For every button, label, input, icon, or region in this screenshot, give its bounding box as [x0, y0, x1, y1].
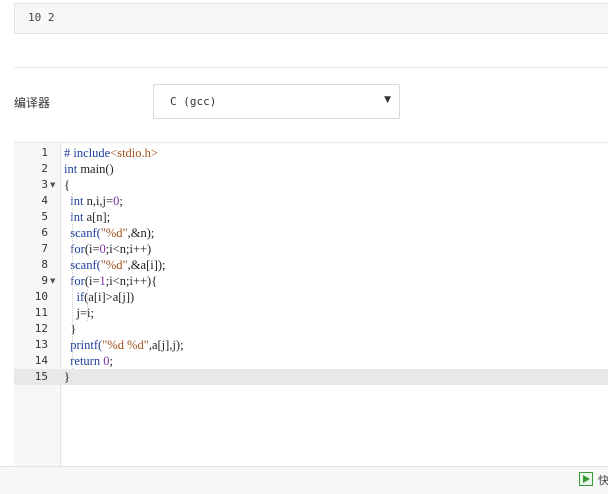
fold-toggle-icon[interactable]: ▼	[50, 273, 55, 289]
code-token: if	[76, 290, 85, 304]
code-token: return	[70, 354, 101, 368]
stdin-input[interactable]: 10 2	[14, 3, 608, 34]
code-line-text: # include<stdio.h>	[64, 145, 158, 161]
line-number: 14	[34, 354, 48, 367]
code-token: ,a[j],j);	[148, 338, 184, 352]
line-number: 1	[41, 146, 48, 159]
code-line[interactable]: scanf("%d",&a[i]);	[61, 257, 608, 273]
code-token: # include	[64, 146, 111, 160]
code-token: int	[64, 162, 78, 176]
code-line-text: if(a[i]>a[j])	[64, 289, 135, 305]
play-icon	[583, 475, 590, 483]
code-line-text: }	[64, 321, 76, 337]
code-token: "%d"	[100, 258, 128, 272]
code-area[interactable]: # include<stdio.h> int main(){ int n,i,j=…	[14, 143, 608, 467]
code-line[interactable]: int a[n];	[61, 209, 608, 225]
code-token: n,i,j=	[83, 194, 114, 208]
code-token: ,&a[i]);	[127, 258, 166, 272]
line-number: 10	[34, 290, 48, 303]
code-token: <stdio.h>	[110, 146, 158, 160]
code-line-text: int a[n];	[64, 209, 110, 225]
code-token: }	[64, 370, 70, 384]
code-token: "%d"	[100, 226, 128, 240]
code-token: "%d %d"	[102, 338, 149, 352]
code-token: j=i;	[64, 306, 94, 320]
code-token: ,&n);	[127, 226, 155, 240]
line-number: 13	[34, 338, 48, 351]
line-number: 11	[34, 306, 48, 319]
code-line[interactable]: printf("%d %d",a[j],j);	[61, 337, 608, 353]
compiler-label: 编译器	[14, 96, 51, 110]
line-number: 15	[34, 370, 48, 383]
fold-toggle-icon[interactable]: ▼	[50, 177, 55, 193]
run-button[interactable]	[579, 472, 593, 486]
section-divider	[14, 67, 608, 68]
code-token: main()	[77, 162, 114, 176]
code-token: ;	[119, 194, 123, 208]
code-line-text: scanf("%d",&a[i]);	[64, 257, 166, 273]
code-line[interactable]: {	[61, 177, 608, 193]
line-number: 2	[41, 162, 48, 175]
chevron-down-icon: ▼	[384, 95, 391, 105]
code-token: {	[64, 178, 70, 192]
code-token: (i=	[84, 242, 100, 256]
code-token: }	[64, 322, 77, 336]
indent-guide	[87, 289, 88, 321]
code-token: ;	[109, 354, 113, 368]
code-line[interactable]: scanf("%d",&n);	[61, 225, 608, 241]
line-number: 3	[41, 178, 48, 191]
code-token: (i=	[84, 274, 100, 288]
line-number: 4	[41, 194, 48, 207]
stdin-input-value: 10 2	[28, 11, 55, 24]
code-line[interactable]: }	[14, 369, 608, 385]
code-token: scanf(	[70, 226, 101, 240]
compiler-select[interactable]: C (gcc) ▼	[153, 84, 400, 119]
code-line-text: }	[64, 369, 70, 385]
line-number: 6	[41, 226, 48, 239]
code-token: (a[i]>a[j])	[84, 290, 135, 304]
line-number: 7	[41, 242, 48, 255]
code-token: ;i<n;i++)	[105, 242, 152, 256]
code-editor[interactable]: # include<stdio.h> int main(){ int n,i,j=…	[14, 142, 608, 467]
line-number: 5	[41, 210, 48, 223]
code-line[interactable]: if(a[i]>a[j])	[61, 289, 608, 305]
compiler-select-value: C (gcc)	[170, 95, 217, 108]
code-line-text: int main()	[64, 161, 114, 177]
code-line[interactable]: for(i=1;i<n;i++){	[61, 273, 608, 289]
code-token: ;i<n;i++){	[105, 274, 158, 288]
indent-guide	[72, 193, 73, 369]
code-line-text: {	[64, 177, 70, 193]
line-number: 12	[34, 322, 48, 335]
code-line[interactable]: return 0;	[61, 353, 608, 369]
line-number: 8	[41, 258, 48, 271]
code-line[interactable]: int n,i,j=0;	[61, 193, 608, 209]
code-line[interactable]: for(i=0;i<n;i++)	[61, 241, 608, 257]
code-line-text: for(i=0;i<n;i++)	[64, 241, 151, 257]
editor-footer: 快	[0, 466, 608, 494]
code-line[interactable]: }	[61, 321, 608, 337]
code-token: scanf(	[70, 258, 101, 272]
code-token: a[n];	[83, 210, 111, 224]
code-line[interactable]: # include<stdio.h>	[61, 145, 608, 161]
line-number: 9	[41, 274, 48, 287]
code-line-text: scanf("%d",&n);	[64, 225, 154, 241]
code-line[interactable]: j=i;	[61, 305, 608, 321]
code-token: printf(	[70, 338, 103, 352]
code-line-text: printf("%d %d",a[j],j);	[64, 337, 184, 353]
code-line-text: j=i;	[64, 305, 94, 321]
code-line[interactable]: int main()	[61, 161, 608, 177]
run-button-label: 快	[598, 474, 608, 487]
code-line-text: for(i=1;i<n;i++){	[64, 273, 157, 289]
